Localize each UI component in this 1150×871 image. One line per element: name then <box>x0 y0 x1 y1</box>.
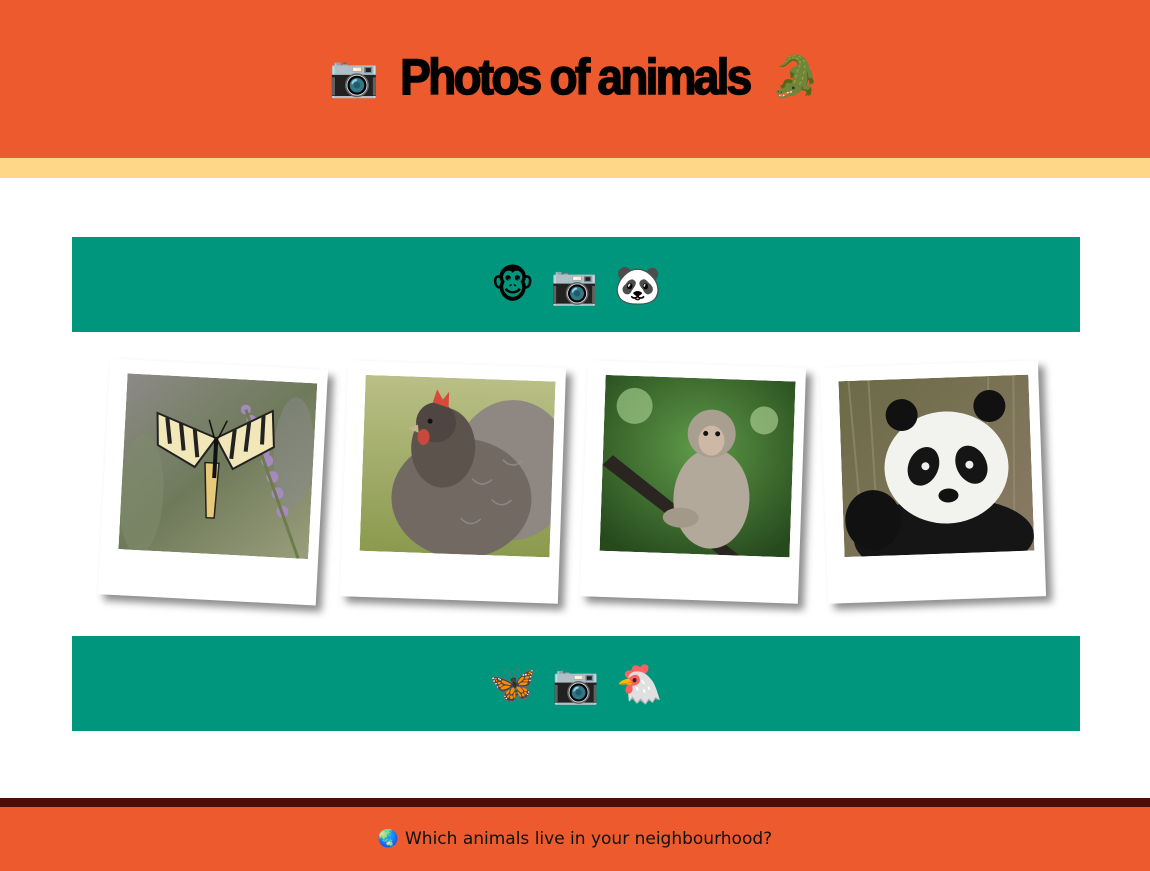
page-title-text: Photos of animals <box>400 48 753 106</box>
bottom-emoji-band: 🦋 📷 🐔 <box>72 636 1080 731</box>
photo-card-monkey[interactable] <box>579 360 807 604</box>
camera-icon: 📷 <box>552 661 600 706</box>
globe-icon: 🌏 <box>377 829 399 849</box>
monkey-face-icon: 🐵 <box>490 262 535 307</box>
photo-card-butterfly[interactable] <box>97 358 329 606</box>
monkey-photo <box>599 374 796 558</box>
panda-icon: 🐼 <box>613 262 662 307</box>
header-stripe <box>0 158 1150 178</box>
rooster-icon: 🐔 <box>615 661 663 706</box>
panda-photo <box>838 374 1035 558</box>
butterfly-icon: 🦋 <box>489 661 537 706</box>
camera-icon: 📷 <box>550 262 598 307</box>
page-title: 📷 Photos of animals 🐊 <box>329 48 820 106</box>
footer-text: Which animals live in your neighbourhood… <box>404 829 773 849</box>
page-footer: 🌏 Which animals live in your neighbourhoo… <box>0 807 1150 871</box>
hen-photo <box>359 374 556 558</box>
camera-icon: 📷 <box>329 54 380 100</box>
photo-card-panda[interactable] <box>819 360 1047 604</box>
crocodile-icon: 🐊 <box>770 54 821 100</box>
page-header: 📷 Photos of animals 🐊 <box>0 0 1150 158</box>
butterfly-photo <box>118 373 318 560</box>
top-emoji-band: 🐵 📷 🐼 <box>72 237 1080 332</box>
footer-divider <box>0 798 1150 807</box>
photo-card-hen[interactable] <box>339 360 567 604</box>
footer-message: 🌏 Which animals live in your neighbourhoo… <box>378 829 772 849</box>
